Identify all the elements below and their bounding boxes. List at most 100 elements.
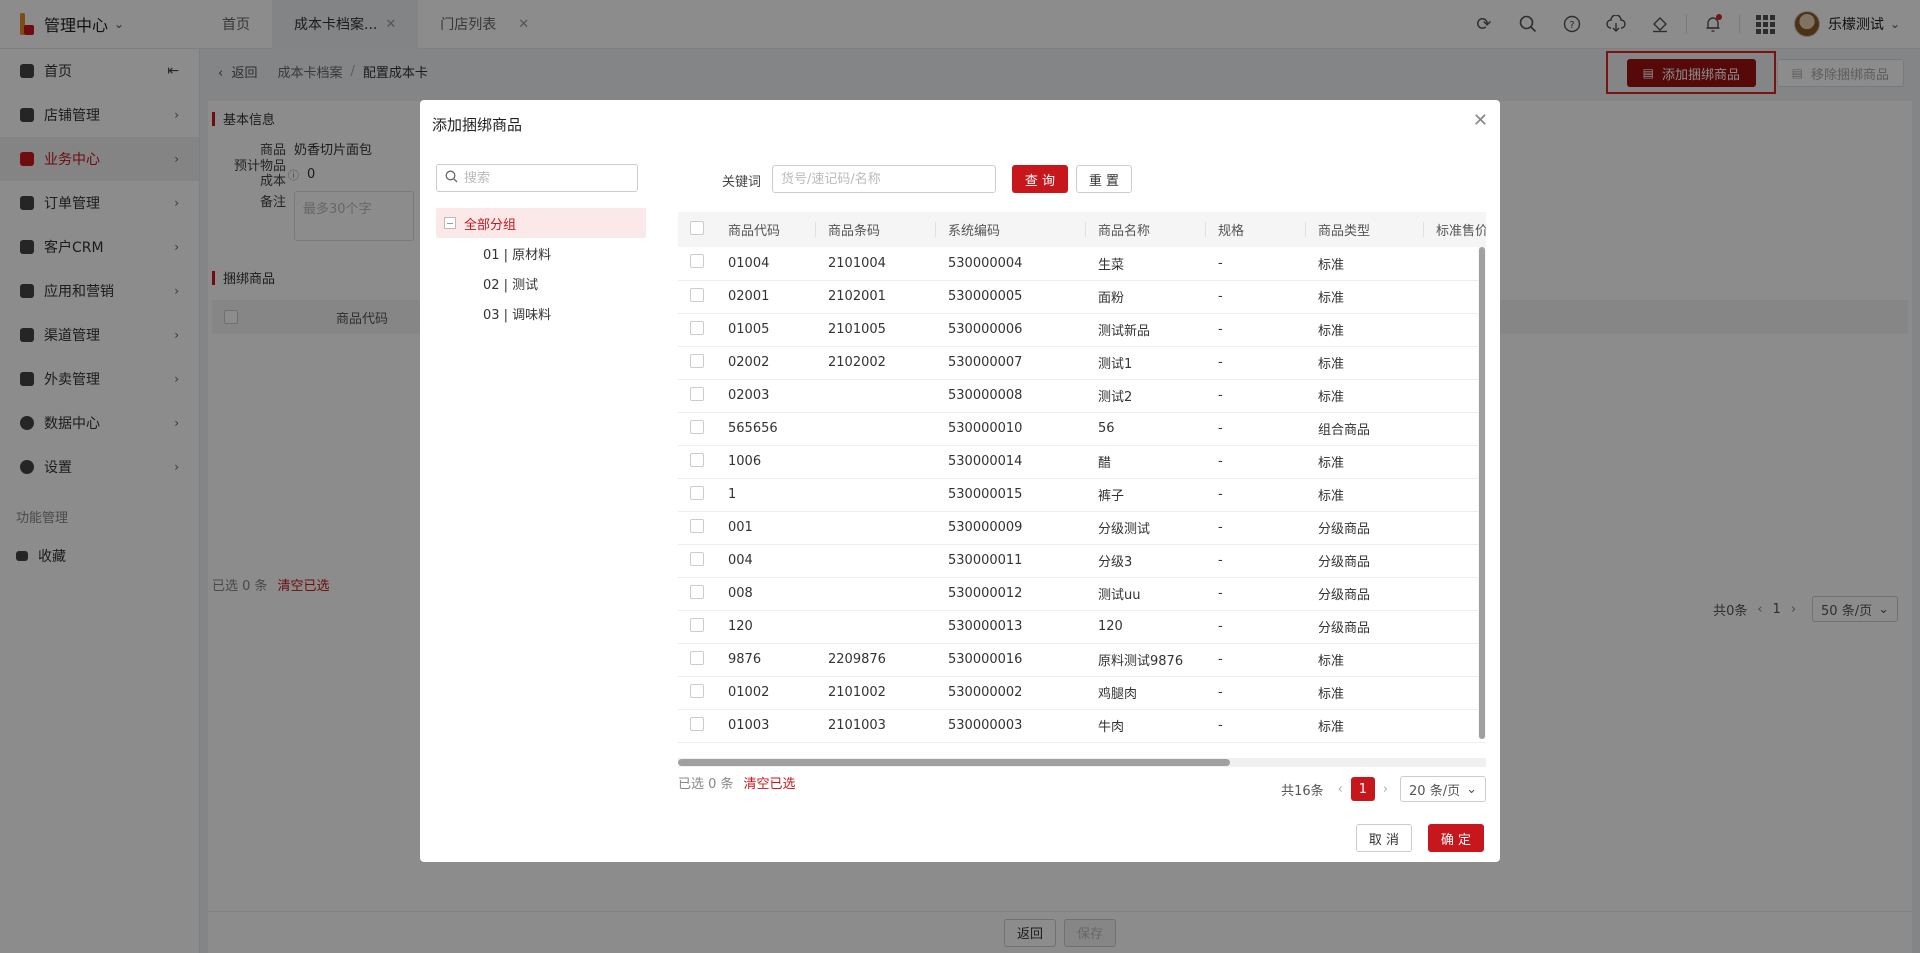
table-row[interactable]: 120 530000013 120- 分级商品: [678, 610, 1486, 644]
table-cell: 标准: [1306, 478, 1424, 512]
table-row[interactable]: 004 530000011 分级3- 分级商品: [678, 544, 1486, 578]
table-cell: 标准: [1306, 445, 1424, 479]
query-button[interactable]: 查 询: [1012, 165, 1068, 193]
confirm-button[interactable]: 确 定: [1428, 824, 1484, 852]
row-checkbox[interactable]: [690, 485, 704, 500]
table-row[interactable]: 01004 2101004 530000004 生菜 - 标准: [678, 247, 1486, 281]
table-row[interactable]: 001 530000009 分级测试 - 分级商品: [678, 511, 1486, 545]
table-cell: 001: [716, 511, 816, 545]
table-cell: 56: [1086, 412, 1206, 446]
column-header: 规格: [1206, 212, 1306, 247]
row-checkbox[interactable]: [690, 287, 704, 302]
row-checkbox[interactable]: [690, 320, 704, 335]
table-cell: 测试1: [1086, 346, 1206, 380]
table-cell: 标准: [1306, 379, 1424, 413]
select-all-checkbox[interactable]: [690, 220, 704, 235]
table-cell: [816, 511, 936, 545]
tree-node[interactable]: 01 | 原材料: [436, 238, 646, 268]
table-cell: [1424, 412, 1486, 446]
table-cell: 标准: [1306, 280, 1424, 314]
row-checkbox[interactable]: [690, 551, 704, 566]
table-row[interactable]: 565656 530000010 56- 组合商品: [678, 412, 1486, 446]
tree-search[interactable]: [436, 164, 638, 192]
table-row[interactable]: 9876 2209876 530000016 原料测试9876- 标准: [678, 643, 1486, 677]
keyword-label: 关键词: [722, 175, 762, 190]
row-checkbox[interactable]: [690, 386, 704, 401]
table-cell: 分级商品: [1306, 544, 1424, 578]
row-checkbox[interactable]: [690, 683, 704, 698]
prev-page-button[interactable]: ‹: [1338, 782, 1343, 797]
reset-button[interactable]: 重 置: [1076, 165, 1132, 193]
table-row[interactable]: 01005 2101005 530000006 测试新品 - 标准: [678, 313, 1486, 347]
table-cell: 2101003: [816, 709, 936, 743]
row-checkbox[interactable]: [690, 254, 704, 269]
row-checkbox-cell: [678, 412, 716, 446]
row-checkbox[interactable]: [690, 419, 704, 434]
table-cell: [816, 445, 936, 479]
table-cell: [816, 379, 936, 413]
page-size-select[interactable]: 20 条/页 ⌄: [1400, 776, 1486, 802]
table-row[interactable]: 02003 530000008 测试2- 标准: [678, 379, 1486, 413]
table-cell: 004: [716, 544, 816, 578]
row-checkbox-cell: [678, 478, 716, 512]
tree-node[interactable]: 03 | 调味料: [436, 298, 646, 328]
collapse-icon[interactable]: [444, 217, 456, 229]
row-checkbox[interactable]: [690, 518, 704, 533]
table-cell: [816, 610, 936, 644]
table-cell: -: [1206, 709, 1306, 743]
table-cell: 分级商品: [1306, 610, 1424, 644]
table-cell: 标准: [1306, 643, 1424, 677]
row-checkbox[interactable]: [690, 617, 704, 632]
table-cell: 9876: [716, 643, 816, 677]
table-cell: 530000004: [936, 247, 1086, 281]
clear-selected-link[interactable]: 清空已选: [744, 777, 796, 792]
table-row[interactable]: 02002 2102002 530000007 测试1- 标准: [678, 346, 1486, 380]
chevron-down-icon: ⌄: [1466, 781, 1477, 797]
table-cell: 2209876: [816, 643, 936, 677]
page-number[interactable]: 1: [1350, 777, 1375, 801]
keyword-input[interactable]: [772, 165, 996, 193]
row-checkbox-cell: [678, 247, 716, 281]
tree-search-input[interactable]: [464, 170, 624, 186]
table-row[interactable]: 1 530000015 裤子 - 标准: [678, 478, 1486, 512]
table-cell: 面粉: [1086, 280, 1206, 314]
table-row[interactable]: 01002 2101002 530000002 鸡腿肉 - 标准: [678, 676, 1486, 710]
modal-title: 添加捆绑商品: [432, 116, 523, 134]
table-row[interactable]: 008 530000012 测试uu - 分级商品: [678, 577, 1486, 611]
table-cell: [1424, 247, 1486, 281]
vertical-scrollbar[interactable]: [1478, 247, 1486, 739]
row-checkbox[interactable]: [690, 353, 704, 368]
table-cell: 分级3: [1086, 544, 1206, 578]
table-row[interactable]: 01003 2101003 530000003 牛肉 - 标准: [678, 709, 1486, 743]
table-cell: [1424, 676, 1486, 710]
row-checkbox-cell: [678, 511, 716, 545]
cancel-button[interactable]: 取 消: [1356, 824, 1412, 852]
table-cell: 01003: [716, 709, 816, 743]
table-cell: 02003: [716, 379, 816, 413]
table-row[interactable]: 02001 2102001 530000005 面粉 - 标准: [678, 280, 1486, 314]
table-cell: -: [1206, 379, 1306, 413]
row-checkbox[interactable]: [690, 716, 704, 731]
table-cell: 生菜: [1086, 247, 1206, 281]
table-cell: [1424, 379, 1486, 413]
row-checkbox[interactable]: [690, 452, 704, 467]
row-checkbox[interactable]: [690, 650, 704, 665]
table-cell: 530000014: [936, 445, 1086, 479]
table-cell: 醋: [1086, 445, 1206, 479]
table-cell: 530000003: [936, 709, 1086, 743]
table-cell: 120: [1086, 610, 1206, 644]
table-row[interactable]: 1006 530000014 醋 - 标准: [678, 445, 1486, 479]
header-checkbox-cell: [678, 212, 716, 247]
table-cell: 530000005: [936, 280, 1086, 314]
next-page-button[interactable]: ›: [1383, 782, 1388, 797]
scrollbar-thumb[interactable]: [1479, 247, 1485, 739]
scrollbar-thumb[interactable]: [678, 759, 1230, 766]
table-cell: 分级测试: [1086, 511, 1206, 545]
tree-node-all[interactable]: 全部分组: [436, 208, 646, 238]
table-cell: [1424, 313, 1486, 347]
horizontal-scrollbar[interactable]: [678, 758, 1486, 767]
tree-node[interactable]: 02 | 测试: [436, 268, 646, 298]
column-header: 商品代码: [716, 212, 816, 247]
row-checkbox[interactable]: [690, 584, 704, 599]
close-icon[interactable]: ✕: [1473, 110, 1488, 131]
